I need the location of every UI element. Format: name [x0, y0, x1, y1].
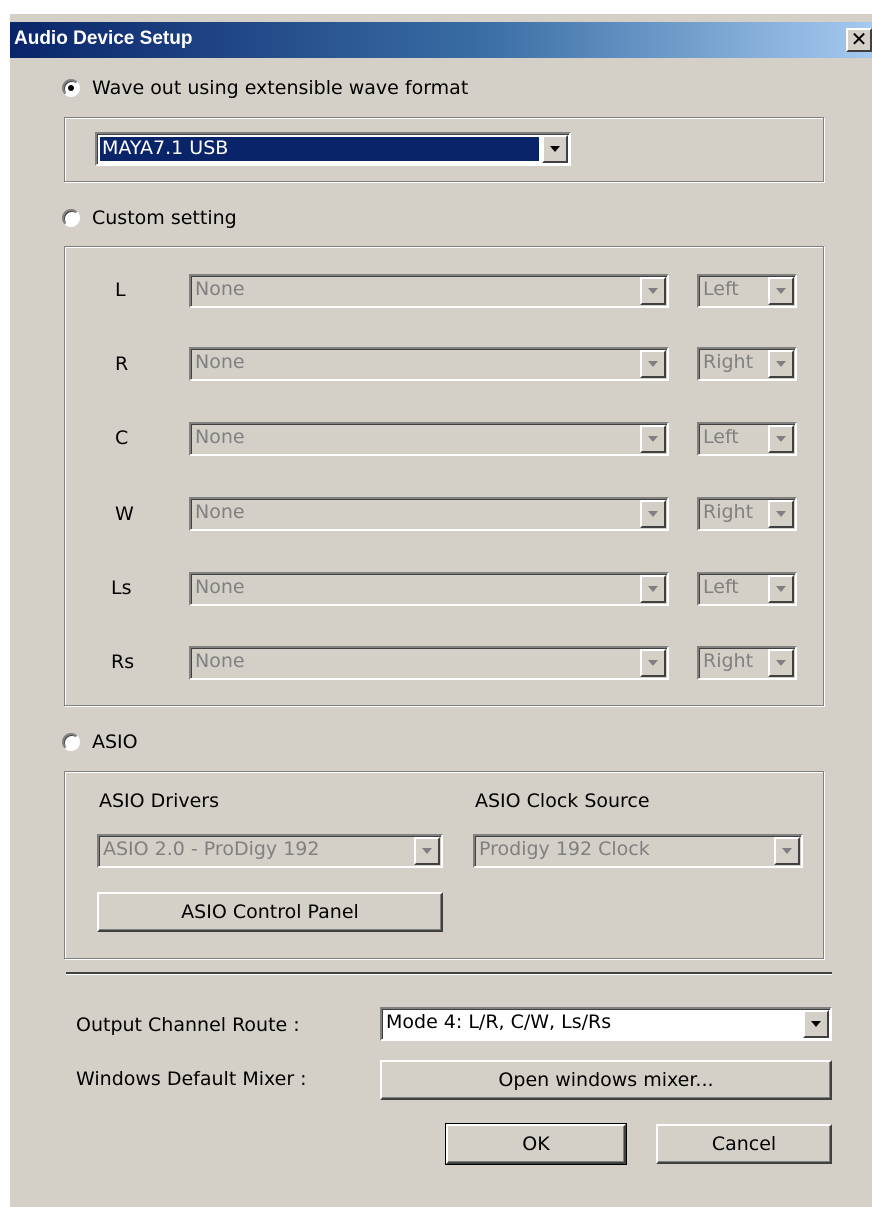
- channel-label: L: [115, 279, 126, 301]
- asio-drivers-label: ASIO Drivers: [99, 790, 220, 812]
- chevron-down-icon[interactable]: [640, 425, 666, 453]
- chevron-down-icon[interactable]: [768, 425, 794, 453]
- channel-device-select[interactable]: None: [189, 422, 669, 456]
- channel-side-value: Right: [703, 650, 754, 672]
- chevron-down-icon[interactable]: [768, 277, 794, 305]
- channel-side-value: Right: [703, 351, 754, 373]
- channel-label: Ls: [111, 577, 132, 599]
- channel-device-value: None: [195, 426, 245, 448]
- channel-side-value: Left: [703, 426, 739, 448]
- ok-button[interactable]: OK: [445, 1123, 627, 1165]
- channel-label: C: [115, 427, 129, 449]
- chevron-down-icon[interactable]: [640, 575, 666, 603]
- channel-side-select[interactable]: Right: [697, 347, 797, 381]
- chevron-down-icon[interactable]: [803, 1010, 829, 1038]
- chevron-down-icon[interactable]: [542, 135, 568, 163]
- channel-label: W: [115, 503, 134, 525]
- windows-default-mixer-label: Windows Default Mixer :: [76, 1068, 307, 1090]
- asio-clock-source-select[interactable]: Prodigy 192 Clock: [473, 834, 803, 868]
- radio-dot-icon: [62, 733, 80, 751]
- wave-out-radio-label: Wave out using extensible wave format: [92, 77, 469, 99]
- asio-group: ASIO Drivers ASIO Clock Source ASIO 2.0 …: [64, 771, 824, 959]
- cancel-button[interactable]: Cancel: [656, 1124, 832, 1164]
- channel-label: Rs: [111, 651, 135, 673]
- chevron-down-icon[interactable]: [640, 500, 666, 528]
- asio-clock-source-value: Prodigy 192 Clock: [479, 838, 650, 860]
- chevron-down-icon[interactable]: [414, 837, 440, 865]
- title-bar[interactable]: Audio Device Setup ✕: [10, 22, 872, 58]
- channel-side-select[interactable]: Left: [697, 572, 797, 606]
- channel-device-value: None: [195, 576, 245, 598]
- chevron-down-icon[interactable]: [768, 575, 794, 603]
- channel-side-select[interactable]: Left: [697, 422, 797, 456]
- channel-device-select[interactable]: None: [189, 347, 669, 381]
- channel-side-select[interactable]: Right: [697, 646, 797, 680]
- wave-out-device-select[interactable]: MAYA7.1 USB: [95, 132, 571, 166]
- output-channel-route-value: Mode 4: L/R, C/W, Ls/Rs: [386, 1011, 612, 1033]
- chevron-down-icon[interactable]: [768, 649, 794, 677]
- radio-dot-icon: [62, 79, 80, 97]
- chevron-down-icon[interactable]: [768, 350, 794, 378]
- chevron-down-icon[interactable]: [774, 837, 800, 865]
- asio-driver-value: ASIO 2.0 - ProDigy 192: [103, 838, 320, 860]
- audio-device-setup-dialog: Audio Device Setup ✕ Wave out using exte…: [8, 14, 872, 1207]
- channel-device-value: None: [195, 278, 245, 300]
- chevron-down-icon[interactable]: [640, 277, 666, 305]
- channel-side-value: Left: [703, 278, 739, 300]
- channel-side-value: Left: [703, 576, 739, 598]
- asio-clock-source-label: ASIO Clock Source: [475, 790, 650, 812]
- custom-setting-radio-label: Custom setting: [92, 207, 237, 229]
- channel-device-value: None: [195, 501, 245, 523]
- chevron-down-icon[interactable]: [768, 500, 794, 528]
- asio-radio[interactable]: ASIO: [62, 731, 138, 753]
- channel-side-value: Right: [703, 501, 754, 523]
- asio-radio-label: ASIO: [92, 731, 138, 753]
- custom-setting-group: L None Left R None Right C None Left W N…: [64, 246, 824, 706]
- asio-driver-select[interactable]: ASIO 2.0 - ProDigy 192: [97, 834, 443, 868]
- channel-device-value: None: [195, 650, 245, 672]
- channel-device-select[interactable]: None: [189, 572, 669, 606]
- channel-side-select[interactable]: Right: [697, 497, 797, 531]
- channel-side-select[interactable]: Left: [697, 274, 797, 308]
- radio-dot-icon: [62, 209, 80, 227]
- wave-out-radio[interactable]: Wave out using extensible wave format: [62, 77, 468, 99]
- close-icon[interactable]: ✕: [846, 28, 872, 52]
- wave-out-group: MAYA7.1 USB: [64, 117, 824, 182]
- chevron-down-icon[interactable]: [640, 350, 666, 378]
- channel-device-select[interactable]: None: [189, 497, 669, 531]
- output-channel-route-select[interactable]: Mode 4: L/R, C/W, Ls/Rs: [380, 1007, 832, 1041]
- channel-device-select[interactable]: None: [189, 646, 669, 680]
- wave-out-device-value: MAYA7.1 USB: [100, 137, 539, 161]
- chevron-down-icon[interactable]: [640, 649, 666, 677]
- asio-control-panel-button[interactable]: ASIO Control Panel: [97, 892, 443, 932]
- custom-setting-radio[interactable]: Custom setting: [62, 207, 237, 229]
- open-windows-mixer-button[interactable]: Open windows mixer...: [380, 1060, 832, 1100]
- window-title: Audio Device Setup: [14, 28, 193, 49]
- channel-device-value: None: [195, 351, 245, 373]
- output-channel-route-label: Output Channel Route :: [76, 1014, 300, 1036]
- channel-device-select[interactable]: None: [189, 274, 669, 308]
- separator: [66, 972, 832, 975]
- channel-label: R: [115, 353, 129, 375]
